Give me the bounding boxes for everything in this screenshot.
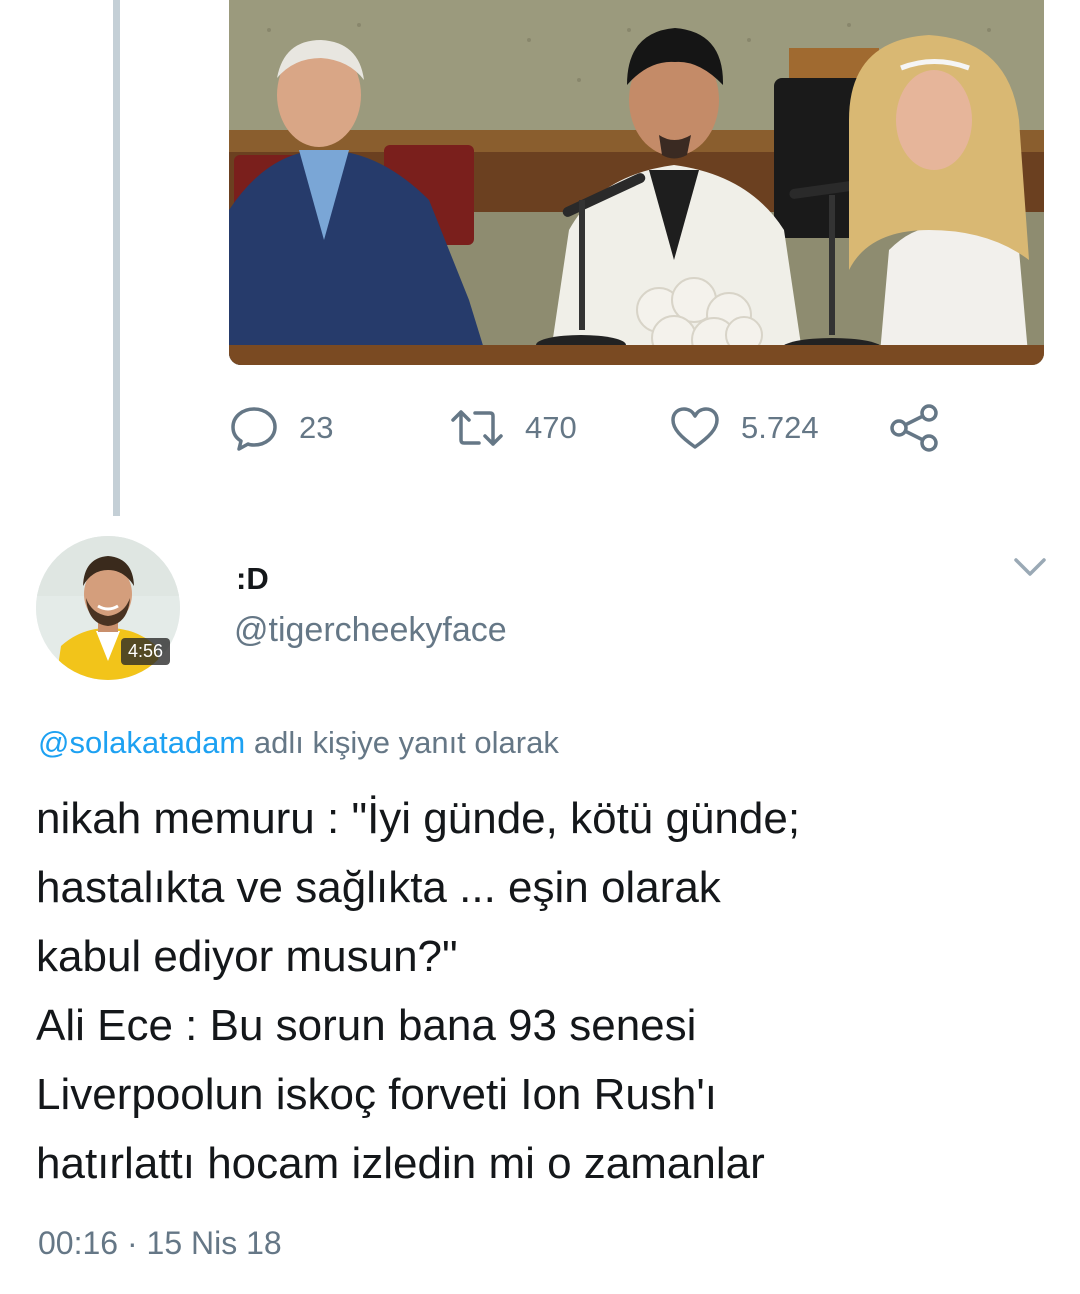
share-icon	[890, 404, 938, 452]
tweet-actions: 23 470 5.724	[229, 400, 969, 456]
reply-context: @solakatadam adlı kişiye yanıt olarak	[38, 725, 559, 761]
tweet-text-line: Liverpoolun iskoç forveti Ion Rush'ı	[36, 1070, 717, 1119]
tweet-text: nikah memuru : "İyi günde, kötü günde; h…	[36, 784, 1046, 1198]
reply-icon	[231, 407, 277, 451]
tweet-text-line: hatırlattı hocam izledin mi o zamanlar	[36, 1139, 765, 1188]
reply-mention-link[interactable]: @solakatadam	[38, 725, 245, 760]
reply-context-label: adlı kişiye yanıt olarak	[245, 725, 559, 760]
retweet-icon	[451, 410, 503, 446]
user-handle[interactable]: @tigercheekyface	[234, 611, 507, 650]
reply-button[interactable]: 23	[229, 400, 333, 456]
video-duration-badge: 4:56	[121, 638, 171, 665]
tweet-timestamp[interactable]: 00:16 · 15 Nis 18	[38, 1225, 282, 1262]
like-button[interactable]: 5.724	[669, 400, 819, 456]
retweet-button[interactable]: 470	[449, 400, 577, 456]
display-name[interactable]: :D	[236, 561, 269, 597]
retweet-count: 470	[525, 410, 577, 445]
wedding-photo-image	[229, 0, 1044, 365]
tweet-text-line: nikah memuru : "İyi günde, kötü günde;	[36, 794, 801, 843]
thread-line	[113, 0, 120, 516]
like-count: 5.724	[741, 410, 819, 445]
like-icon	[671, 407, 719, 449]
tweet-text-line: Ali Ece : Bu sorun bana 93 senesi	[36, 1001, 697, 1050]
tweet-text-line: hastalıkta ve sağlıkta ... eşin olarak	[36, 863, 721, 912]
reply-count: 23	[299, 410, 334, 445]
chevron-down-icon[interactable]	[1012, 554, 1048, 580]
tweet-photo[interactable]	[229, 0, 1044, 365]
tweet-text-line: kabul ediyor musun?"	[36, 932, 458, 981]
share-button[interactable]	[889, 400, 941, 456]
